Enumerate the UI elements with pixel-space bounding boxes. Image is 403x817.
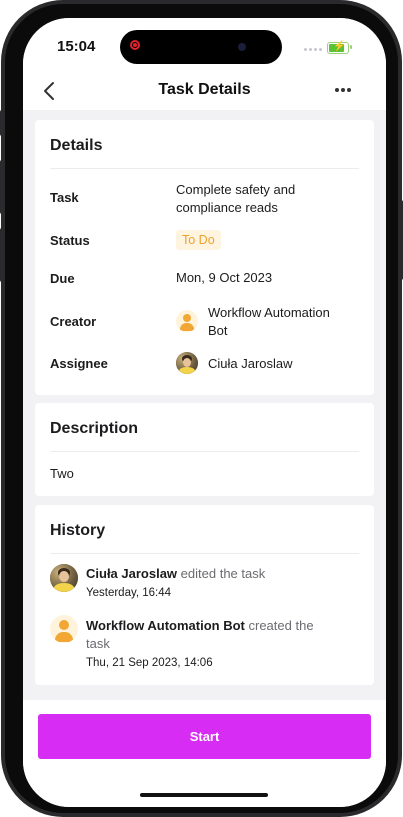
creator-value-line2: Bot — [208, 323, 228, 338]
more-dots-icon[interactable] — [335, 88, 351, 92]
history-card: History Ciuła Jaroslaw edited the task Y… — [35, 505, 374, 685]
history-actor: Workflow Automation Bot — [86, 618, 245, 633]
camera-icon — [238, 43, 246, 51]
history-time: Thu, 21 Sep 2023, 14:06 — [86, 657, 213, 669]
due-value: Mon, 9 Oct 2023 — [176, 270, 273, 285]
start-button[interactable]: Start — [38, 714, 371, 759]
creator-value-line1: Workflow Automation — [208, 305, 330, 320]
dynamic-island — [120, 30, 282, 64]
signal-icon — [304, 48, 322, 51]
history-action: edited the task — [180, 566, 266, 581]
history-actor: Ciuła Jaroslaw — [86, 566, 178, 581]
page-title: Task Details — [158, 81, 251, 98]
navigation-bar: Task Details — [23, 76, 386, 110]
history-entry-text: Workflow Automation Bot created the task — [86, 617, 314, 653]
avatar — [176, 352, 198, 374]
details-card: Details Task Complete safety and complia… — [35, 120, 374, 395]
recording-indicator-icon — [130, 40, 140, 50]
home-indicator[interactable] — [140, 793, 268, 797]
bot-avatar-icon — [176, 310, 198, 332]
creator-label: Creator — [50, 314, 97, 329]
task-label: Task — [50, 190, 79, 205]
phone-frame: 15:04 ⚡ Task Details Details Task Comple… — [1, 0, 402, 817]
screen: 15:04 ⚡ Task Details Details Task Comple… — [23, 18, 386, 807]
description-card: Description Two — [35, 403, 374, 496]
status-bar: 15:04 ⚡ — [23, 18, 386, 76]
divider — [50, 451, 359, 452]
bottom-action-area: Start — [23, 700, 386, 807]
status-badge: To Do — [176, 230, 221, 250]
description-text: Two — [50, 466, 74, 481]
assignee-label: Assignee — [50, 356, 108, 371]
due-label: Due — [50, 271, 75, 286]
task-value-line2: compliance reads — [176, 200, 278, 215]
status-time: 15:04 — [57, 38, 96, 55]
task-value-line1: Complete safety and — [176, 182, 296, 197]
divider — [50, 553, 359, 554]
history-time: Yesterday, 16:44 — [86, 587, 172, 599]
history-title: History — [50, 522, 106, 539]
battery-charging-icon: ⚡ — [327, 41, 352, 54]
description-title: Description — [50, 420, 139, 437]
bot-avatar-icon — [50, 615, 78, 643]
divider — [50, 168, 359, 169]
history-entry-text: Ciuła Jaroslaw edited the task — [86, 565, 265, 583]
history-action: created the — [248, 618, 314, 633]
creator-value: Workflow Automation Bot — [208, 304, 330, 340]
task-value: Complete safety and compliance reads — [176, 181, 295, 217]
phone-bezel: 15:04 ⚡ Task Details Details Task Comple… — [5, 4, 398, 813]
assignee-value: Ciuła Jaroslaw — [208, 356, 293, 371]
avatar — [50, 564, 78, 592]
status-label: Status — [50, 233, 90, 248]
details-title: Details — [50, 137, 103, 154]
history-action-continued: task — [86, 636, 110, 651]
